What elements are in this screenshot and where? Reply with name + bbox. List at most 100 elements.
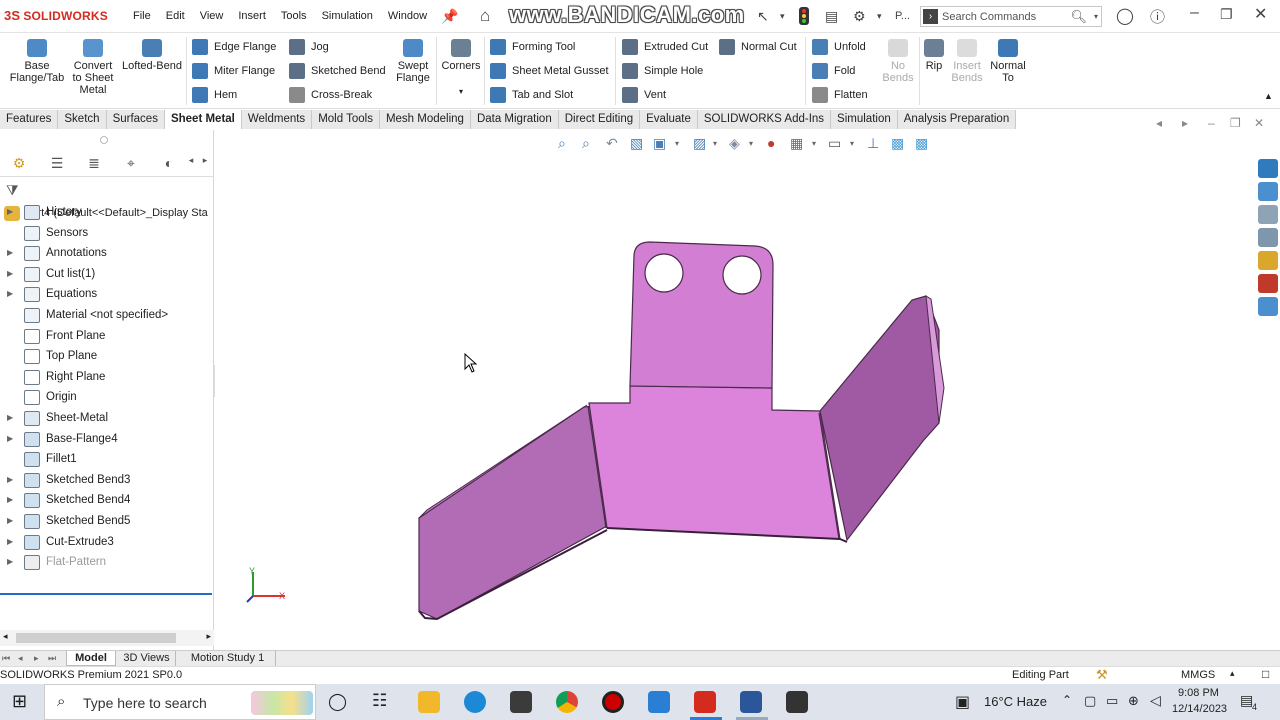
rollback-bar[interactable] — [0, 593, 212, 595]
section-view-icon[interactable]: ▧ — [630, 135, 643, 152]
tree-item-sketched-bend5[interactable]: ▶ Sketched Bend5 — [0, 511, 214, 532]
search-icon[interactable]: 🔍︎ — [1070, 9, 1087, 25]
tree-item-right-plane[interactable]: Right Plane — [0, 367, 214, 388]
swept-flange-button[interactable]: Swept Flange — [392, 39, 434, 84]
expand-arrow-icon[interactable]: ▶ — [7, 552, 13, 573]
cortana-icon[interactable]: ◯ — [328, 692, 347, 712]
corners-button[interactable]: Corners ▾ — [440, 39, 482, 98]
solidworks-logo[interactable]: 3S SOLIDWORKS — [4, 8, 108, 23]
weather-icon[interactable]: ▣ — [955, 692, 970, 712]
tree-item-fillet1[interactable]: Fillet1 — [0, 449, 214, 470]
units-selector[interactable]: MMGS — [1181, 669, 1215, 681]
corners-chevron-icon[interactable]: ▾ — [440, 86, 482, 98]
isometric-view-icon[interactable]: ▩ — [891, 135, 904, 152]
tab-model[interactable]: Model — [66, 651, 116, 666]
menu-simulation[interactable]: Simulation — [322, 10, 382, 22]
task-view-icon[interactable]: ☷ — [372, 691, 387, 711]
view-chevron-icon[interactable]: ▾ — [675, 139, 679, 148]
options-chevron-icon[interactable]: ▾ — [877, 11, 882, 22]
pin-icon[interactable]: 📌 — [441, 8, 458, 25]
tree-item-sheet-metal[interactable]: ▶ Sheet-Metal — [0, 408, 214, 429]
fold-button[interactable]: Fold — [812, 63, 855, 79]
sketched-bend-button[interactable]: Sketched Bend — [289, 63, 386, 79]
tray-chevron-icon[interactable]: ⌃ — [1062, 693, 1072, 707]
tab-sketch[interactable]: Sketch — [58, 110, 107, 129]
tree-item-cut-extrude3[interactable]: ▶ Cut-Extrude3 — [0, 532, 214, 553]
pane-back-icon[interactable]: ◂ — [1156, 116, 1162, 130]
doc-close-icon[interactable]: ✕ — [1254, 116, 1264, 130]
scroll-right-icon[interactable]: ▸ — [206, 631, 211, 642]
more-menu[interactable]: P... — [895, 10, 910, 22]
expand-arrow-icon[interactable]: ▶ — [7, 243, 13, 264]
solidworks-resources-icon[interactable] — [1258, 159, 1278, 178]
tab-simulation[interactable]: Simulation — [831, 110, 898, 129]
traffic-light-icon[interactable] — [799, 7, 809, 28]
search-commands-field[interactable]: › Search Commands 🔍︎ ▾ — [920, 6, 1102, 27]
extruded-cut-button[interactable]: Extruded Cut — [622, 39, 708, 55]
hem-button[interactable]: Hem — [192, 87, 237, 103]
expand-arrow-icon[interactable]: ▶ — [7, 429, 13, 450]
menu-view[interactable]: View — [200, 10, 233, 22]
dynamic-annotation-icon[interactable]: ▣ — [653, 135, 666, 152]
tab-analysis-preparation[interactable]: Analysis Preparation — [897, 110, 1017, 129]
word-app-icon[interactable] — [740, 691, 762, 713]
edit-appearance-icon[interactable]: ● — [767, 135, 775, 151]
previous-view-icon[interactable]: ↶ — [606, 135, 618, 152]
solidworks-app-icon[interactable] — [694, 691, 716, 713]
base-flange-button[interactable]: Base Flange/Tab — [6, 39, 68, 84]
tree-item-equations[interactable]: ▶ Equations — [0, 284, 214, 305]
options-gear-icon[interactable]: ⚙ — [853, 8, 866, 25]
scene-chevron-icon[interactable]: ▾ — [812, 139, 816, 148]
weather-text[interactable]: 16°C Haze — [984, 694, 1047, 709]
cross-break-button[interactable]: Cross-Break — [289, 87, 372, 103]
tree-item-sketched-bend4[interactable]: ▶ Sketched Bend4 — [0, 490, 214, 511]
paint-app-icon[interactable] — [648, 691, 670, 713]
menu-file[interactable]: File — [133, 10, 160, 22]
menu-insert[interactable]: Insert — [238, 10, 275, 22]
normal-to-view-icon[interactable]: ⊥ — [867, 135, 879, 152]
file-explorer-app-icon[interactable] — [418, 691, 440, 713]
status-help-icon[interactable]: □ — [1262, 667, 1269, 681]
config-manager-tab-icon[interactable]: ≣ — [83, 155, 105, 175]
expand-arrow-icon[interactable]: ▶ — [7, 264, 13, 285]
tree-item-top-plane[interactable]: Top Plane — [0, 346, 214, 367]
no-bends-button[interactable]: No Bends — [880, 39, 916, 84]
minimize-icon[interactable]: – — [1190, 4, 1199, 22]
unfold-button[interactable]: Unfold — [812, 39, 866, 55]
rip-button[interactable]: Rip — [922, 39, 946, 72]
units-chevron-icon[interactable]: ▴ — [1230, 668, 1235, 679]
chevron-down-icon[interactable]: ▾ — [780, 11, 785, 22]
rebuild-icon[interactable]: ⚒ — [1096, 667, 1108, 683]
convert-sheet-metal-button[interactable]: Convert to Sheet Metal — [70, 39, 116, 96]
tree-horizontal-scrollbar[interactable]: ◂ ▸ — [0, 630, 214, 646]
network-icon[interactable]: ⊕ — [1128, 693, 1139, 709]
property-manager-tab-icon[interactable]: ☰ — [46, 155, 68, 175]
tree-item-cut-list-1[interactable]: ▶ Cut list(1) — [0, 264, 214, 285]
hide-show-icon[interactable]: ◈ — [729, 135, 740, 152]
tabs-right-arrow-icon[interactable]: ▸ — [194, 155, 216, 175]
tab-features[interactable]: Features — [0, 110, 59, 129]
lofted-bend-button[interactable]: Lofted-Bend — [120, 39, 184, 72]
restore-icon[interactable]: ❐ — [1220, 6, 1233, 23]
filter-icon[interactable]: ⧩ — [6, 182, 19, 199]
meet-now-icon[interactable]: ▢ — [1084, 693, 1096, 709]
video-editor-app-icon[interactable] — [786, 691, 808, 713]
menu-tools[interactable]: Tools — [281, 10, 316, 22]
expand-arrow-icon[interactable]: ▶ — [7, 532, 13, 553]
windows-start-icon[interactable]: ⊞ — [12, 691, 27, 712]
expand-arrow-icon[interactable]: ▶ — [7, 511, 13, 532]
forum-icon[interactable] — [1258, 297, 1278, 316]
design-library-icon[interactable] — [1258, 182, 1278, 201]
insert-bends-button[interactable]: Insert Bends — [950, 39, 984, 84]
scroll-thumb[interactable] — [16, 633, 176, 643]
file-properties-icon[interactable]: ▤ — [825, 8, 838, 25]
tab-mesh-modeling[interactable]: Mesh Modeling — [379, 110, 471, 129]
dimxpert-tab-icon[interactable]: ⌖ — [120, 155, 142, 175]
chrome-app-icon[interactable] — [556, 691, 578, 713]
apply-scene-icon[interactable]: ▦ — [790, 135, 803, 152]
jog-button[interactable]: Jog — [289, 39, 329, 55]
tab-evaluate[interactable]: Evaluate — [640, 110, 698, 129]
tab-solidworks-add-ins[interactable]: SOLIDWORKS Add-Ins — [697, 110, 832, 129]
battery-icon[interactable]: ▭ — [1106, 693, 1118, 709]
display-manager-tab-icon[interactable]: ◐ — [158, 155, 180, 175]
